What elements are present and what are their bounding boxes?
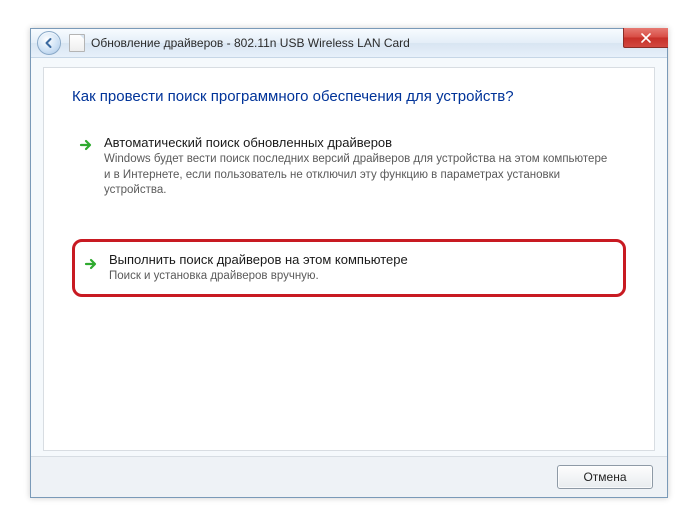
close-icon bbox=[641, 33, 651, 43]
option-manual-search[interactable]: Выполнить поиск драйверов на этом компью… bbox=[77, 244, 621, 293]
arrow-right-icon bbox=[83, 256, 99, 272]
dialog-window: Обновление драйверов - 802.11n USB Wirel… bbox=[30, 28, 668, 498]
highlight-callout: Выполнить поиск драйверов на этом компью… bbox=[72, 239, 626, 298]
dialog-footer: Отмена bbox=[31, 456, 667, 497]
page-heading: Как провести поиск программного обеспече… bbox=[72, 88, 626, 105]
option-auto-desc: Windows будет вести поиск последних верс… bbox=[104, 152, 616, 199]
option-auto-title: Автоматический поиск обновленных драйвер… bbox=[104, 135, 616, 150]
back-button[interactable] bbox=[37, 31, 61, 55]
arrow-left-icon bbox=[43, 37, 55, 49]
close-button[interactable] bbox=[623, 28, 668, 48]
option-auto-search[interactable]: Автоматический поиск обновленных драйвер… bbox=[72, 125, 626, 209]
content-area: Как провести поиск программного обеспече… bbox=[43, 67, 655, 451]
titlebar: Обновление драйверов - 802.11n USB Wirel… bbox=[31, 29, 667, 58]
arrow-right-icon bbox=[78, 137, 94, 153]
option-manual-title: Выполнить поиск драйверов на этом компью… bbox=[109, 252, 611, 267]
option-manual-desc: Поиск и установка драйверов вручную. bbox=[109, 269, 611, 285]
cancel-button-label: Отмена bbox=[583, 470, 626, 484]
document-icon bbox=[69, 34, 85, 52]
window-title: Обновление драйверов - 802.11n USB Wirel… bbox=[91, 36, 410, 50]
cancel-button[interactable]: Отмена bbox=[557, 465, 653, 489]
